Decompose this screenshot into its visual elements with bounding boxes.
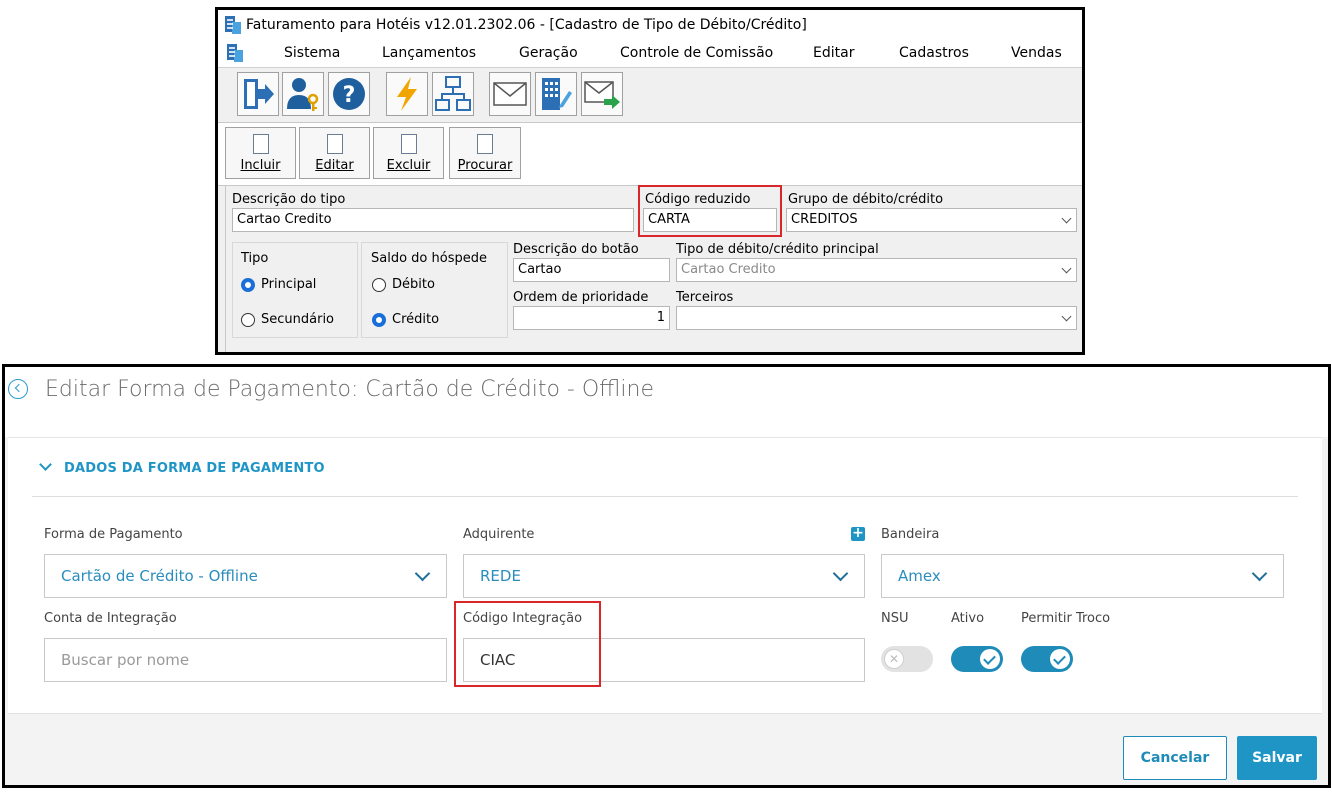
user-key-button[interactable]	[282, 72, 324, 116]
chevron-down-icon	[414, 565, 431, 582]
svg-text:?: ?	[343, 83, 356, 108]
building-edit-button[interactable]	[535, 72, 577, 116]
search-document-icon	[477, 134, 493, 154]
tipo-principal-select[interactable]: Cartao Credito	[676, 258, 1077, 282]
diagram-button[interactable]	[432, 72, 474, 116]
permitir-troco-label: Permitir Troco	[1021, 611, 1111, 626]
section-title[interactable]: DADOS DA FORMA DE PAGAMENTO	[64, 461, 325, 476]
descricao-tipo-label: Descrição do tipo	[232, 192, 346, 207]
grupo-label: Grupo de débito/crédito	[788, 192, 944, 207]
saldo-group: Saldo do hóspede Débito Crédito	[361, 242, 508, 338]
close-icon: ✕	[884, 649, 904, 669]
adquirente-select[interactable]: REDE	[463, 554, 865, 598]
chevron-down-icon	[832, 565, 849, 582]
hotel-app-icon	[227, 44, 243, 62]
form-card: DADOS DA FORMA DE PAGAMENTO Forma de Pag…	[8, 437, 1322, 714]
permitir-troco-toggle[interactable]	[1021, 646, 1073, 672]
chevron-down-icon[interactable]	[39, 458, 52, 471]
highlight-codigo-reduzido	[638, 185, 782, 237]
radio-selected-icon	[372, 313, 386, 327]
help-icon: ?	[333, 78, 365, 110]
envelope-send-icon	[584, 81, 620, 109]
incluir-button[interactable]: Incluir	[225, 127, 296, 179]
conta-integracao-input[interactable]: Buscar por nome	[44, 638, 447, 682]
menu-bar: Sistema Lançamentos Geração Controle de …	[218, 40, 1082, 68]
lightning-icon	[397, 77, 417, 111]
legacy-form: Descrição do tipo Cartao Credito Código …	[225, 185, 1082, 352]
user-key-icon	[287, 78, 319, 111]
exit-button[interactable]	[237, 72, 279, 116]
action-toolbar: Incluir Editar Excluir Procurar	[218, 123, 1082, 186]
ordem-label: Ordem de prioridade	[513, 290, 649, 305]
saldo-label: Saldo do hóspede	[371, 251, 487, 266]
chevron-down-icon	[1061, 263, 1072, 274]
excluir-button[interactable]: Excluir	[373, 127, 444, 179]
add-adquirente-icon[interactable]: +	[851, 526, 865, 541]
bandeira-select[interactable]: Amex	[881, 554, 1284, 598]
nsu-label: NSU	[881, 611, 909, 626]
check-icon	[1050, 649, 1070, 669]
hotel-app-icon	[225, 16, 241, 34]
grupo-select[interactable]: CREDITOS	[786, 208, 1077, 232]
nsu-toggle[interactable]: ✕	[881, 646, 933, 672]
editar-button[interactable]: Editar	[299, 127, 370, 179]
window-title: Faturamento para Hotéis v12.01.2302.06 -…	[246, 17, 807, 33]
diagram-icon	[435, 76, 471, 111]
help-button[interactable]: ?	[328, 72, 370, 116]
ativo-label: Ativo	[951, 611, 985, 626]
menu-sistema[interactable]: Sistema	[284, 45, 340, 61]
envelope-send-button[interactable]	[581, 72, 623, 116]
chevron-down-icon	[1061, 213, 1072, 224]
menu-controle-comissao[interactable]: Controle de Comissão	[620, 45, 773, 61]
page-header: Editar Forma de Pagamento: Cartão de Cré…	[5, 367, 1328, 437]
terceiros-label: Terceiros	[676, 290, 734, 305]
tipo-group: Tipo Principal Secundário	[232, 242, 358, 338]
menu-cadastros[interactable]: Cadastros	[899, 45, 969, 61]
save-button[interactable]: Salvar	[1237, 736, 1317, 780]
radio-unselected-icon	[372, 278, 386, 292]
descricao-tipo-input[interactable]: Cartao Credito	[232, 208, 634, 232]
modern-panel: Editar Forma de Pagamento: Cartão de Cré…	[2, 364, 1331, 788]
back-icon[interactable]	[8, 379, 28, 399]
forma-pagamento-select[interactable]: Cartão de Crédito - Offline	[44, 554, 447, 598]
icon-toolbar: ?	[218, 68, 1082, 123]
menu-geracao[interactable]: Geração	[519, 45, 578, 61]
legacy-window: Faturamento para Hotéis v12.01.2302.06 -…	[215, 7, 1085, 355]
ordem-input[interactable]: 1	[513, 306, 670, 330]
tipo-principal-label: Tipo de débito/crédito principal	[676, 242, 879, 257]
chevron-down-icon	[1061, 311, 1072, 322]
check-icon	[980, 649, 1000, 669]
terceiros-select[interactable]	[676, 306, 1077, 330]
envelope-icon	[493, 82, 527, 106]
page-title: Editar Forma de Pagamento: Cartão de Cré…	[45, 377, 655, 402]
descricao-botao-input[interactable]: Cartao	[513, 258, 670, 282]
chevron-down-icon	[1251, 565, 1268, 582]
section-divider	[32, 496, 1298, 497]
highlight-codigo-integracao	[454, 601, 601, 687]
adquirente-label: Adquirente	[463, 527, 535, 542]
procurar-button[interactable]: Procurar	[449, 127, 521, 179]
ativo-toggle[interactable]	[951, 646, 1003, 672]
radio-selected-icon	[241, 278, 255, 292]
building-edit-icon	[542, 78, 572, 110]
menu-lancamentos[interactable]: Lançamentos	[382, 45, 476, 61]
radio-unselected-icon	[241, 313, 255, 327]
bandeira-label: Bandeira	[881, 527, 940, 542]
new-document-icon	[252, 134, 269, 154]
title-bar: Faturamento para Hotéis v12.01.2302.06 -…	[218, 10, 1082, 40]
menu-vendas[interactable]: Vendas	[1011, 45, 1062, 61]
delete-document-icon	[400, 134, 417, 154]
lightning-button[interactable]	[386, 72, 428, 116]
conta-integracao-label: Conta de Integração	[44, 611, 177, 626]
tipo-label: Tipo	[241, 251, 269, 266]
forma-pagamento-label: Forma de Pagamento	[44, 527, 183, 542]
descricao-botao-label: Descrição do botão	[513, 242, 639, 257]
cancel-button[interactable]: Cancelar	[1123, 736, 1227, 780]
envelope-button[interactable]	[489, 72, 531, 116]
exit-icon	[244, 79, 274, 109]
menu-editar[interactable]: Editar	[813, 45, 854, 61]
edit-document-icon	[326, 134, 343, 154]
